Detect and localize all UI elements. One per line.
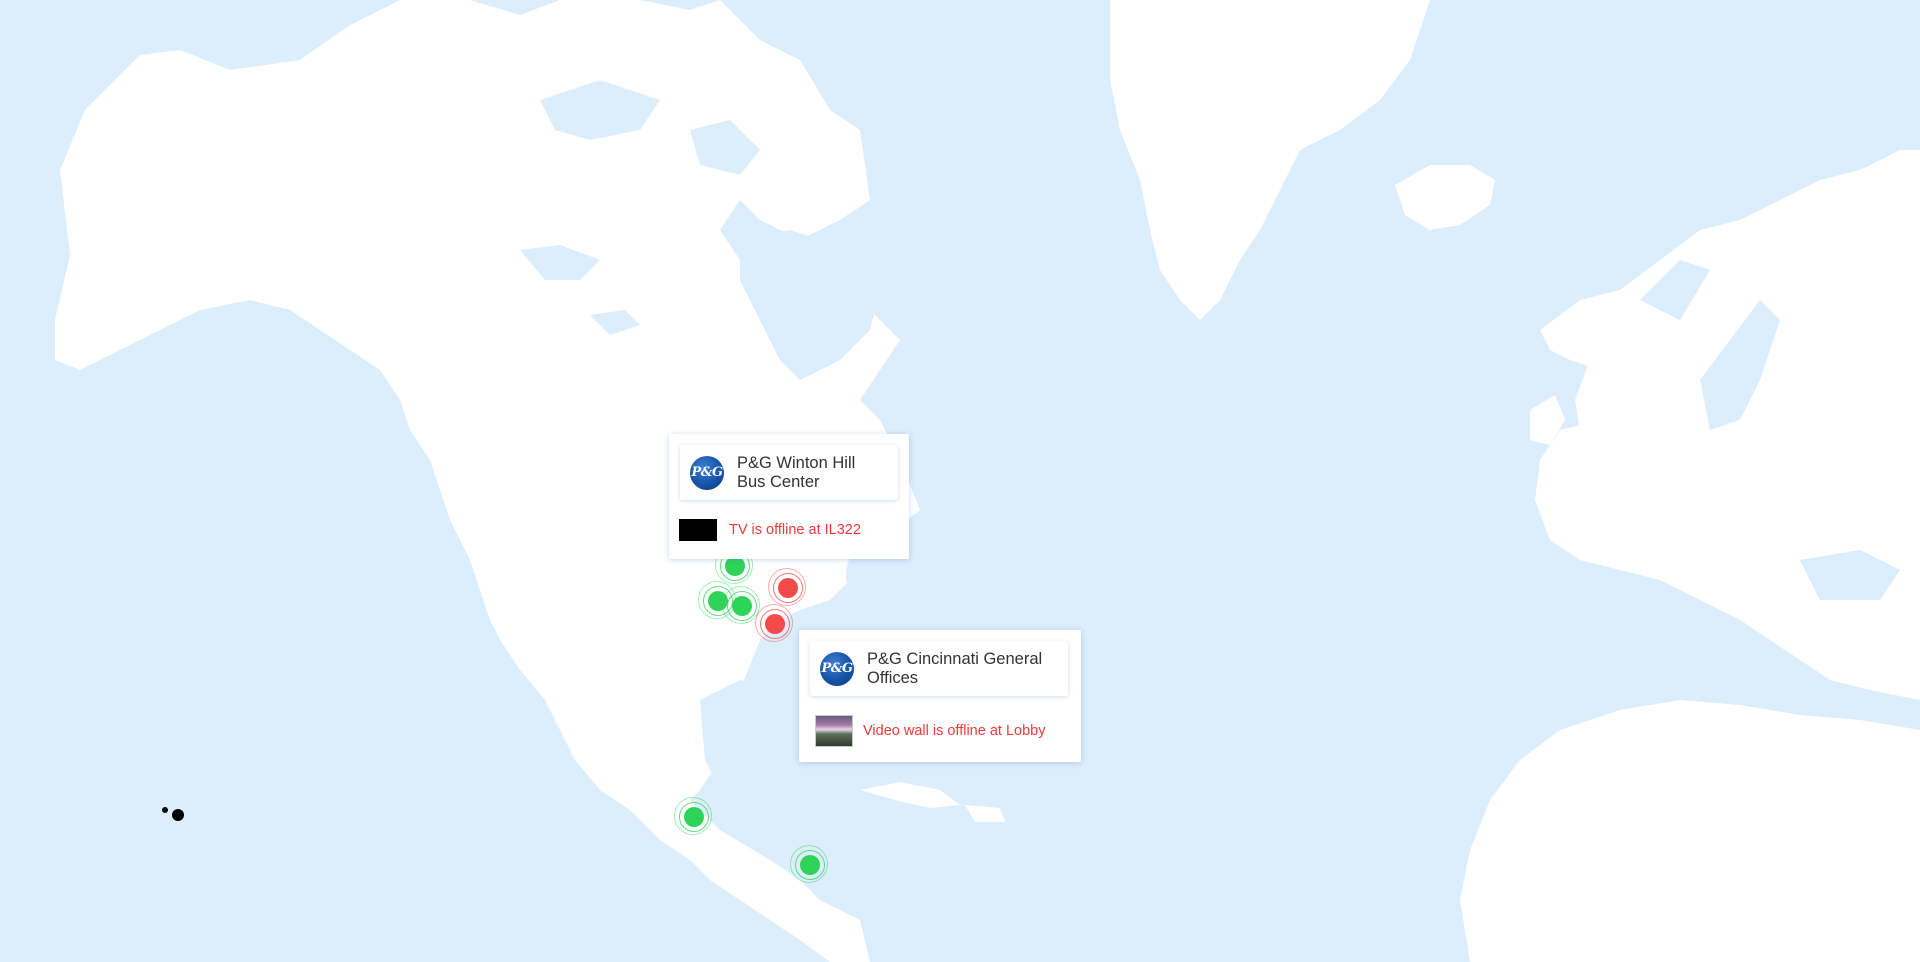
hudson-bay bbox=[740, 230, 880, 380]
map-waters bbox=[520, 80, 1900, 800]
video-wall-thumbnail-icon bbox=[815, 715, 853, 747]
site-header[interactable]: P&G P&G Cincinnati General Offices bbox=[810, 641, 1068, 696]
site-name-line1: P&G Cincinnati General bbox=[867, 649, 1043, 668]
location-marker-online[interactable] bbox=[787, 842, 833, 888]
black-sea bbox=[1800, 550, 1900, 600]
norwegian-inlet bbox=[1640, 260, 1710, 320]
site-name-line2: Offices bbox=[867, 668, 919, 687]
mediterranean-sea bbox=[1560, 620, 1860, 710]
arctic-channel bbox=[690, 120, 760, 175]
alert-message: TV is offline at IL322 bbox=[729, 522, 861, 538]
great-slave-lake bbox=[590, 310, 640, 335]
great-bear-lake bbox=[520, 245, 600, 280]
pg-logo-icon: P&G bbox=[690, 455, 724, 490]
alert-row[interactable]: Video wall is offline at Lobby bbox=[815, 715, 1045, 747]
site-name-line1: P&G Winton Hill bbox=[737, 453, 856, 472]
site-popup-winton-hill[interactable]: P&G P&G Winton Hill Bus Center TV is off… bbox=[669, 434, 909, 559]
alert-row[interactable]: TV is offline at IL322 bbox=[679, 519, 861, 541]
arctic-channel bbox=[540, 80, 660, 140]
baltic-sea bbox=[1700, 300, 1780, 430]
site-header[interactable]: P&G P&G Winton Hill Bus Center bbox=[680, 445, 898, 500]
world-map[interactable]: P&G P&G Winton Hill Bus Center TV is off… bbox=[0, 0, 1920, 962]
tv-thumbnail-icon bbox=[679, 519, 717, 541]
site-name: P&G Winton Hill Bus Center bbox=[737, 454, 855, 492]
site-popup-cincinnati[interactable]: P&G P&G Cincinnati General Offices Video… bbox=[799, 630, 1081, 762]
site-name-line2: Bus Center bbox=[737, 472, 820, 491]
site-name: P&G Cincinnati General Offices bbox=[867, 650, 1042, 688]
pg-logo-icon: P&G bbox=[820, 651, 854, 686]
alert-message: Video wall is offline at Lobby bbox=[863, 723, 1046, 739]
location-marker-online[interactable] bbox=[671, 794, 717, 840]
location-marker-offline[interactable] bbox=[752, 601, 798, 647]
